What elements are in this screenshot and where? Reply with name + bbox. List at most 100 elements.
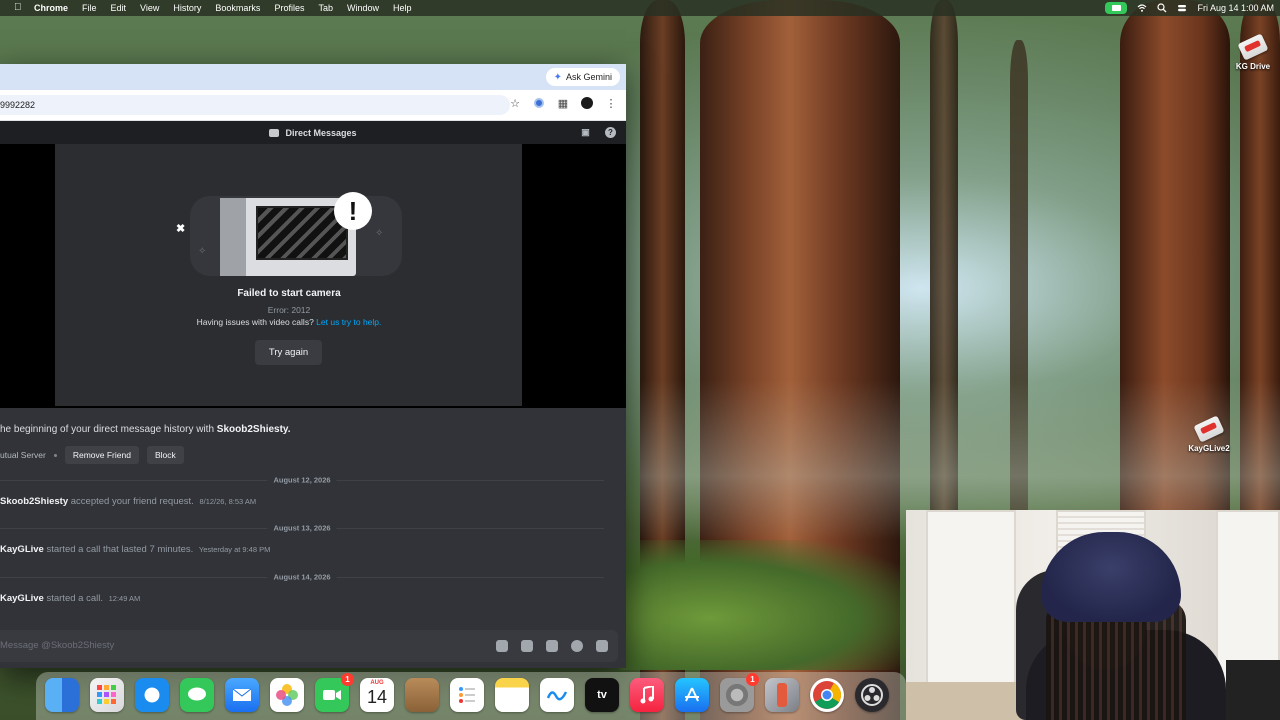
external-drive-icon <box>1193 415 1225 443</box>
message-timestamp: 12:49 AM <box>108 594 141 603</box>
wifi-icon[interactable] <box>1137 3 1147 13</box>
finder-icon[interactable] <box>45 678 79 712</box>
menu-window[interactable]: Window <box>347 3 379 13</box>
facetime-badge: 1 <box>341 673 354 686</box>
external-drive-icon <box>1237 33 1269 61</box>
menu-tab[interactable]: Tab <box>318 3 333 13</box>
gift-icon[interactable] <box>496 640 508 652</box>
calendar-month: AUG <box>370 680 384 686</box>
browser-toolbar: 9992282 ☆ ▦ ⋮ <box>0 90 626 121</box>
separator-dot <box>53 453 57 457</box>
sticker-icon[interactable] <box>546 640 558 652</box>
menu-history[interactable]: History <box>173 3 201 13</box>
background-stool <box>1226 660 1280 720</box>
message-username[interactable]: KayGLive <box>0 593 44 604</box>
menu-app-name[interactable]: Chrome <box>34 3 68 13</box>
date-divider-label: August 13, 2026 <box>267 523 337 533</box>
spotlight-search-icon[interactable] <box>1157 3 1167 13</box>
obs-icon[interactable] <box>855 678 889 712</box>
dm-intro-text: he beginning of your direct message hist… <box>0 424 291 435</box>
try-again-button[interactable]: Try again <box>255 340 322 365</box>
remove-friend-button[interactable]: Remove Friend <box>64 446 139 464</box>
date-divider: August 14, 2026 <box>0 572 604 582</box>
menu-clock[interactable]: Fri Aug 14 1:00 AM <box>1197 3 1274 13</box>
camera-error-title: Failed to start camera <box>237 288 341 299</box>
date-divider: August 12, 2026 <box>0 475 604 485</box>
inbox-icon[interactable]: ▣ <box>580 127 591 138</box>
menu-help[interactable]: Help <box>393 3 412 13</box>
freeform-icon[interactable] <box>540 678 574 712</box>
block-button[interactable]: Block <box>146 446 184 464</box>
more-menu-icon[interactable]: ⋮ <box>604 96 618 110</box>
camera-error-illustration: ! <box>190 186 402 278</box>
message-composer: Message @Skoob2Shiesty <box>0 626 626 668</box>
system-settings-icon[interactable]: 1 <box>720 673 759 712</box>
ask-gemini-button[interactable]: ✦ Ask Gemini <box>545 68 620 86</box>
message-timestamp: Yesterday at 9:48 PM <box>198 545 271 554</box>
apple-tv-icon[interactable]: tv <box>585 678 619 712</box>
dm-intro-prefix: he beginning of your direct message hist… <box>0 424 215 435</box>
safari-icon[interactable] <box>135 678 169 712</box>
message-input[interactable]: Message @Skoob2Shiesty <box>0 630 618 662</box>
header-actions: ▣ ? <box>580 127 616 138</box>
profile-avatar-icon[interactable] <box>580 96 594 110</box>
help-link[interactable]: Let us try to help. <box>316 317 381 327</box>
mail-icon[interactable] <box>225 678 259 712</box>
dm-intro-user: Skoob2Shiesty. <box>216 424 291 435</box>
calendar-icon[interactable]: AUG 14 <box>360 678 394 712</box>
message-text: started a call. <box>46 593 103 604</box>
direct-messages-icon <box>269 129 280 137</box>
system-message: Skoob2Shiesty accepted your friend reque… <box>0 496 256 507</box>
messages-icon[interactable] <box>180 678 214 712</box>
menu-view[interactable]: View <box>140 3 159 13</box>
dock: 1 AUG 14 tv 1 <box>36 672 906 720</box>
desktop-drive-kg-drive[interactable]: KG Drive <box>1218 33 1280 71</box>
bookmark-star-icon[interactable]: ☆ <box>508 96 522 110</box>
mutual-server-link[interactable]: utual Server <box>0 450 46 460</box>
extensions-puzzle-icon[interactable]: ▦ <box>556 96 570 110</box>
message-username[interactable]: Skoob2Shiesty <box>0 496 68 507</box>
notes-icon[interactable] <box>495 678 529 712</box>
extension-icon[interactable] <box>532 96 546 110</box>
iphone-mirroring-icon[interactable] <box>765 678 799 712</box>
help-icon[interactable]: ? <box>605 127 616 138</box>
emoji-icon[interactable] <box>571 640 583 652</box>
camera-in-use-icon[interactable] <box>1105 2 1128 14</box>
date-divider-label: August 12, 2026 <box>267 475 337 485</box>
calendar-day: 14 <box>366 687 388 707</box>
ask-gemini-label: Ask Gemini <box>565 72 612 82</box>
launchpad-icon[interactable] <box>90 678 124 712</box>
address-bar[interactable]: 9992282 <box>0 95 510 115</box>
menu-bookmarks[interactable]: Bookmarks <box>215 3 260 13</box>
message-text: started a call that lasted 7 minutes. <box>46 544 194 555</box>
menu-file[interactable]: File <box>82 3 97 13</box>
discord-header: Direct Messages ▣ ? <box>0 121 626 145</box>
message-username[interactable]: KayGLive <box>0 544 44 555</box>
menu-profiles[interactable]: Profiles <box>274 3 304 13</box>
close-icon[interactable]: ✖ <box>176 222 185 235</box>
control-center-icon[interactable] <box>1177 3 1187 13</box>
webcam-overlay <box>906 510 1280 720</box>
sparkle-icon: ✧ <box>198 246 207 257</box>
app-store-icon[interactable] <box>675 678 709 712</box>
chrome-icon[interactable] <box>810 678 844 712</box>
reminders-icon[interactable] <box>450 678 484 712</box>
help-text: Having issues with video calls? <box>196 317 314 327</box>
date-divider: August 13, 2026 <box>0 523 604 533</box>
contacts-icon[interactable] <box>405 678 439 712</box>
camera-error-code: Error: 2012 <box>267 305 311 315</box>
menu-edit[interactable]: Edit <box>111 3 127 13</box>
chat-messages: he beginning of your direct message hist… <box>0 408 626 628</box>
gif-icon[interactable] <box>521 640 533 652</box>
apple-menu-icon[interactable]:  <box>14 3 24 13</box>
photos-icon[interactable] <box>270 678 304 712</box>
facetime-icon[interactable]: 1 <box>315 673 354 712</box>
warning-icon: ! <box>334 192 372 230</box>
background-door <box>926 510 1016 700</box>
desktop-drive-kayglive2[interactable]: KayGLive2 <box>1174 415 1244 453</box>
message-timestamp: 8/12/26, 8:53 AM <box>199 497 257 506</box>
music-icon[interactable] <box>630 678 664 712</box>
composer-actions <box>496 640 608 652</box>
apps-icon[interactable] <box>596 640 608 652</box>
date-divider-label: August 14, 2026 <box>267 572 337 582</box>
